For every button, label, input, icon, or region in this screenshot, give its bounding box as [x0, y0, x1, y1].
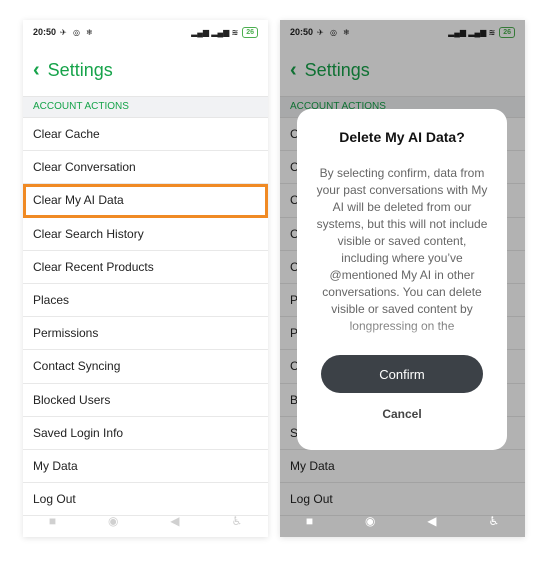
delete-ai-data-dialog: Delete My AI Data? By selecting confirm,… — [297, 109, 507, 450]
nav-accessibility-icon[interactable]: ♿ — [488, 514, 499, 528]
nav-recents-icon[interactable]: ■ — [306, 514, 313, 528]
item-clear-search-history[interactable]: Clear Search History — [23, 218, 268, 251]
section-header: ACCOUNT ACTIONS — [23, 96, 268, 118]
item-saved-login-info[interactable]: Saved Login Info — [23, 417, 268, 450]
page-title: Settings — [47, 59, 113, 80]
confirm-button[interactable]: Confirm — [321, 355, 483, 393]
back-chevron-icon[interactable]: ‹ — [33, 60, 40, 80]
item-clear-recent-products[interactable]: Clear Recent Products — [23, 251, 268, 284]
item-blocked-users[interactable]: Blocked Users — [23, 384, 268, 417]
status-bar: 20:50 ✈ ◎ ❄ ▂▄▆ ▂▄▆ ≋ 26 — [23, 20, 268, 44]
item-clear-my-ai-data[interactable]: Clear My AI Data — [23, 184, 268, 218]
settings-screen: 20:50 ✈ ◎ ❄ ▂▄▆ ▂▄▆ ≋ 26 ‹ Settings ACCO… — [23, 20, 268, 537]
settings-header: ‹ Settings — [23, 44, 268, 96]
nav-recents-icon[interactable]: ■ — [49, 514, 56, 528]
nav-back-icon[interactable]: ◀ — [170, 514, 179, 528]
nav-home-icon[interactable]: ◉ — [365, 514, 375, 528]
item-clear-cache[interactable]: Clear Cache — [23, 118, 268, 152]
nav-bar: ■ ◉ ◀ ♿ — [23, 505, 268, 537]
dialog-title: Delete My AI Data? — [339, 129, 465, 145]
status-time: 20:50 — [33, 27, 57, 37]
scroll-fade — [297, 319, 507, 354]
item-permissions[interactable]: Permissions — [23, 317, 268, 351]
item-places[interactable]: Places — [23, 284, 268, 318]
settings-list: Clear Cache Clear Conversation Clear My … — [23, 118, 268, 517]
signal-icon: ▂▄▆ ▂▄▆ ≋ — [191, 27, 239, 37]
nav-bar: ■ ◉ ◀ ♿ — [280, 505, 525, 537]
item-my-data[interactable]: My Data — [23, 450, 268, 484]
nav-home-icon[interactable]: ◉ — [108, 514, 118, 528]
item-clear-conversation[interactable]: Clear Conversation — [23, 151, 268, 185]
settings-screen-with-dialog: 20:50 ✈ ◎ ❄ ▂▄▆ ▂▄▆ ≋ 26 ‹ Settings ACCO… — [280, 20, 525, 537]
nav-accessibility-icon[interactable]: ♿ — [231, 514, 242, 528]
status-left-icons: ✈ ◎ ❄ — [60, 27, 95, 37]
nav-back-icon[interactable]: ◀ — [427, 514, 436, 528]
cancel-button[interactable]: Cancel — [297, 407, 507, 421]
battery-icon: 26 — [242, 26, 258, 38]
item-contact-syncing[interactable]: Contact Syncing — [23, 350, 268, 384]
